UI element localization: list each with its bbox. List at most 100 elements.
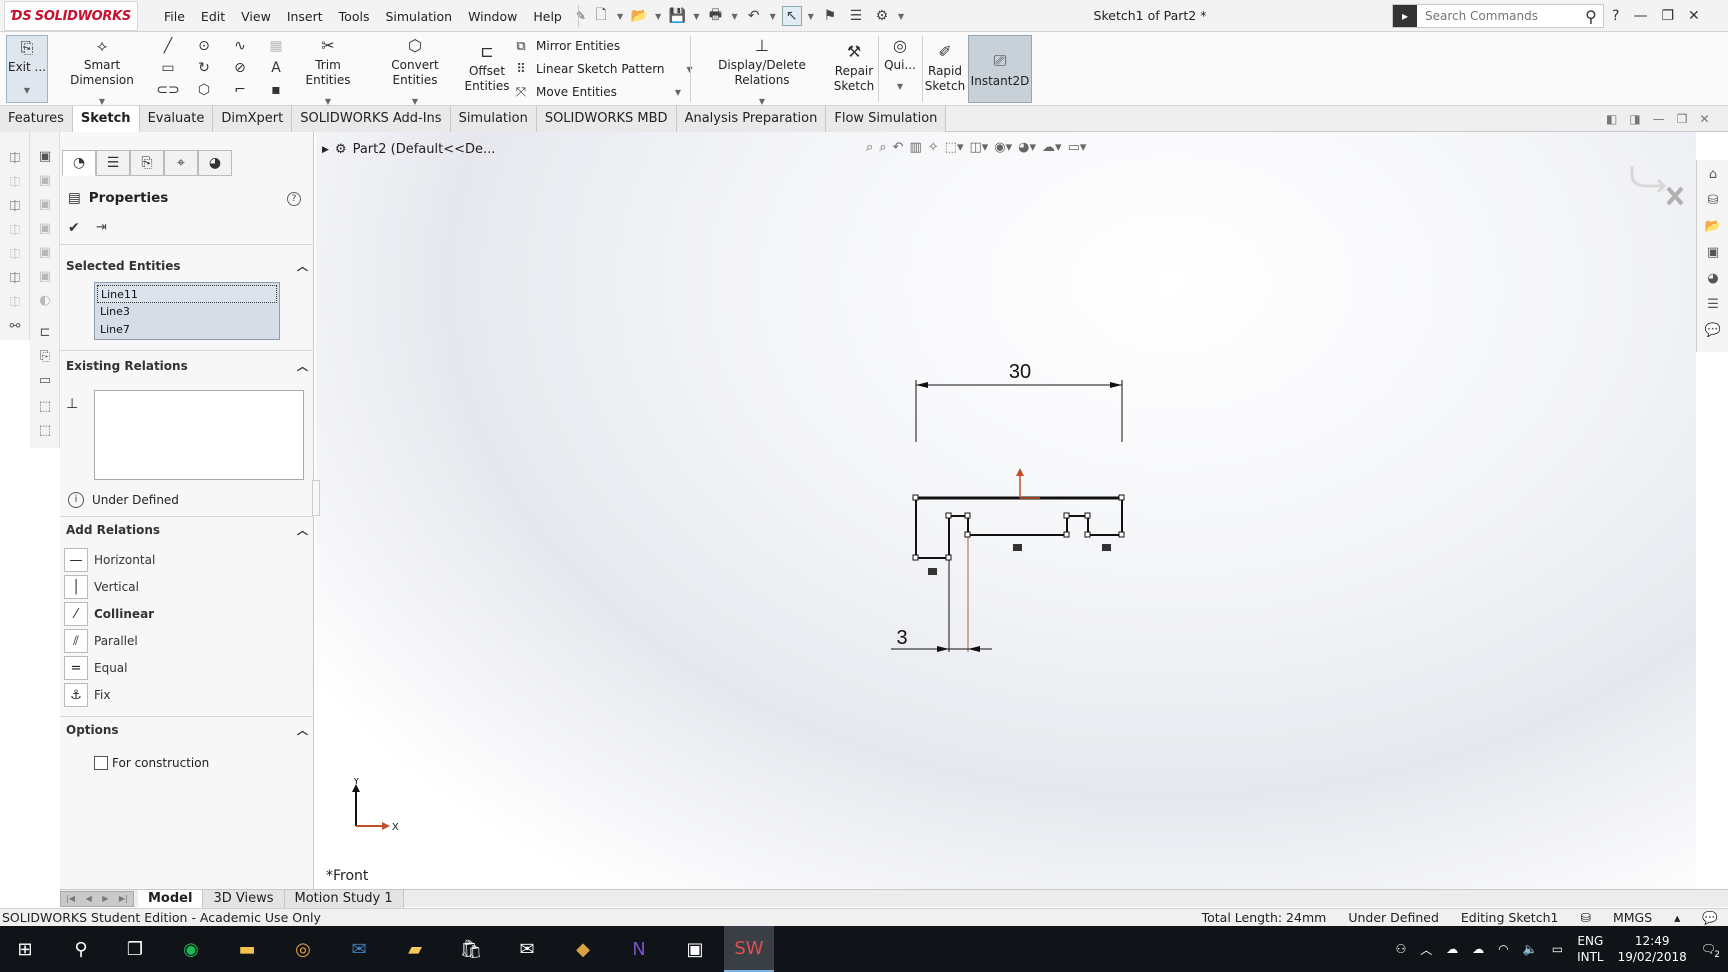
configuration-tab-icon[interactable]: ⎘	[130, 150, 164, 176]
save-icon[interactable]: 💾	[667, 6, 687, 26]
cut-icon[interactable]: ▣	[35, 266, 55, 286]
onedrive-icon[interactable]: ☁	[1472, 942, 1484, 956]
doc-restore-icon[interactable]: ❐	[1677, 112, 1688, 126]
solidworks-taskbar-icon[interactable]: SW	[724, 926, 774, 972]
doc-close-icon[interactable]: ✕	[1699, 112, 1709, 126]
for-construction-checkbox[interactable]: For construction	[94, 756, 209, 770]
chevron-down-icon[interactable]: ▼	[808, 12, 814, 21]
rectangle-icon[interactable]: ▭	[158, 58, 178, 78]
display-icon[interactable]: ▭	[35, 370, 55, 390]
open-folder-icon[interactable]: 📂	[629, 6, 649, 26]
section-icon[interactable]: ⬚	[35, 420, 55, 440]
next-tab-icon[interactable]: ▶	[102, 892, 108, 906]
polygon-icon[interactable]: ⬡	[194, 80, 214, 100]
chrome-icon[interactable]: ◎	[278, 926, 328, 972]
tab-scroll-buttons[interactable]: |◀ ◀ ▶ ▶|	[60, 891, 134, 907]
edit-sketch-icon[interactable]: ⊏	[35, 322, 55, 342]
people-icon[interactable]: ⚇	[1396, 942, 1407, 956]
outlook-icon[interactable]: ✉	[334, 926, 384, 972]
search-input[interactable]	[1417, 9, 1579, 23]
unit-system[interactable]: MMGS	[1613, 910, 1652, 926]
sketch-icon[interactable]: ⎅	[5, 148, 25, 168]
relation-vertical[interactable]: │ Vertical	[64, 575, 139, 599]
fillet-feature-icon[interactable]: ◐	[35, 290, 55, 310]
trim-entities-button[interactable]: ✂ Trim Entities ▼	[292, 34, 364, 109]
file-explorer-icon[interactable]: ▣	[1703, 242, 1723, 262]
tab-3d-views[interactable]: 3D Views	[203, 890, 285, 908]
chevron-down-icon[interactable]: ▼	[655, 12, 661, 21]
offset-entities-button[interactable]: ⊏ Offset Entities	[464, 40, 510, 94]
sketch-picture-icon[interactable]: ⎅	[5, 196, 25, 216]
design-library-icon[interactable]: 📂	[1703, 216, 1723, 236]
volume-icon[interactable]: 🔈	[1523, 942, 1538, 956]
relation-horizontal[interactable]: — Horizontal	[64, 548, 155, 572]
rapid-sketch-button[interactable]: ✐ Rapid Sketch	[924, 40, 966, 94]
menu-view[interactable]: View	[233, 9, 279, 24]
view-orientation-icon[interactable]: ⬚	[35, 396, 55, 416]
unit-chevron-icon[interactable]: ▴	[1674, 910, 1680, 926]
ok-checkmark-icon[interactable]: ✔	[68, 220, 80, 236]
circle-icon[interactable]: ⊙	[194, 36, 214, 56]
rebuild-icon[interactable]: ⚑	[820, 6, 840, 26]
wifi-icon[interactable]: ◠	[1498, 942, 1508, 956]
doc-minimize-icon[interactable]: —	[1653, 112, 1665, 126]
dimxpert-tab-icon[interactable]: ⌖	[164, 150, 198, 176]
add-relations-group[interactable]: Add Relations ︿	[66, 520, 310, 540]
cloud-icon[interactable]: ☁	[1446, 942, 1458, 956]
tab-addins[interactable]: SOLIDWORKS Add-Ins	[292, 106, 451, 132]
menu-help[interactable]: Help	[525, 9, 570, 24]
search-icon[interactable]: ⚲	[56, 926, 106, 972]
repair-sketch-button[interactable]: ⚒ Repair Sketch	[832, 40, 876, 94]
spotify-icon[interactable]: ◉	[166, 926, 216, 972]
feature-tree-tab-icon[interactable]: ☰	[96, 150, 130, 176]
spline-icon[interactable]: ∿	[230, 36, 250, 56]
help-icon[interactable]: ?	[287, 192, 301, 206]
slot-icon[interactable]: ⊂⊃	[156, 80, 179, 100]
pin-icon[interactable]: ⇥	[96, 220, 107, 235]
relation-parallel[interactable]: ⫽ Parallel	[64, 629, 138, 653]
menu-tools[interactable]: Tools	[331, 9, 378, 24]
sticky-notes-icon[interactable]: ▰	[390, 926, 440, 972]
tab-motion-study[interactable]: Motion Study 1	[284, 890, 404, 908]
collapse-chevron-icon[interactable]: ︿	[297, 258, 308, 274]
language-indicator[interactable]: ENG INTL	[1577, 933, 1604, 965]
arc-icon[interactable]: ↻	[194, 58, 214, 78]
battery-icon[interactable]: ▭	[1552, 942, 1563, 956]
app-icon[interactable]: ◆	[558, 926, 608, 972]
help-icon[interactable]: ?	[1612, 8, 1619, 24]
line-icon[interactable]: ╱	[158, 36, 178, 56]
chevron-down-icon[interactable]: ▼	[617, 12, 623, 21]
tab-mbd[interactable]: SOLIDWORKS MBD	[536, 106, 677, 132]
selected-entities-group[interactable]: Selected Entities ︿	[66, 256, 310, 276]
chevron-down-icon[interactable]: ▼	[693, 12, 699, 21]
tab-sketch[interactable]: Sketch	[72, 106, 140, 132]
extrude-icon[interactable]: ▣	[35, 146, 55, 166]
tooltip-icon[interactable]: 💬	[1702, 910, 1718, 926]
panel-splitter[interactable]	[312, 480, 320, 516]
relation-fix[interactable]: ⚓ Fix	[64, 683, 110, 707]
dark-app-icon[interactable]: ▣	[670, 926, 720, 972]
plane-icon[interactable]: ▦	[266, 36, 286, 56]
windows-start-icon[interactable]: ⊞	[0, 926, 50, 972]
custom-properties-icon[interactable]: ☰	[1703, 294, 1723, 314]
list-item[interactable]: Line3	[97, 303, 277, 321]
relation-collinear[interactable]: ⁄ Collinear	[64, 602, 154, 626]
tab-evaluate[interactable]: Evaluate	[139, 106, 214, 132]
file-properties-icon[interactable]: ☰	[846, 6, 866, 26]
task-view-icon[interactable]: ❐	[110, 926, 160, 972]
point-icon[interactable]: ▪	[266, 80, 286, 100]
sketch-relations-icon[interactable]: ⚯	[5, 316, 25, 336]
sweep-icon[interactable]: ▣	[35, 194, 55, 214]
first-tab-icon[interactable]: |◀	[66, 892, 75, 906]
chevron-down-icon[interactable]: ▼	[770, 12, 776, 21]
convert-entities-button[interactable]: ⬡ Convert Entities ▼	[370, 34, 460, 109]
home-icon[interactable]: ⌂	[1703, 164, 1723, 184]
tab-analysis-preparation[interactable]: Analysis Preparation	[676, 106, 827, 132]
instant2d-button[interactable]: ⎚ Instant2D	[968, 35, 1032, 103]
sketch-plane-icon[interactable]: ⎅	[5, 244, 25, 264]
action-center-icon[interactable]: 🗨 2	[1701, 942, 1720, 960]
quick-snaps-button[interactable]: ◎ Qui... ▼	[880, 34, 920, 94]
solidworks-logo[interactable]: ƊS SOLIDWORKS	[4, 1, 138, 31]
undo-icon[interactable]: ↶	[744, 6, 764, 26]
menu-edit[interactable]: Edit	[193, 9, 233, 24]
